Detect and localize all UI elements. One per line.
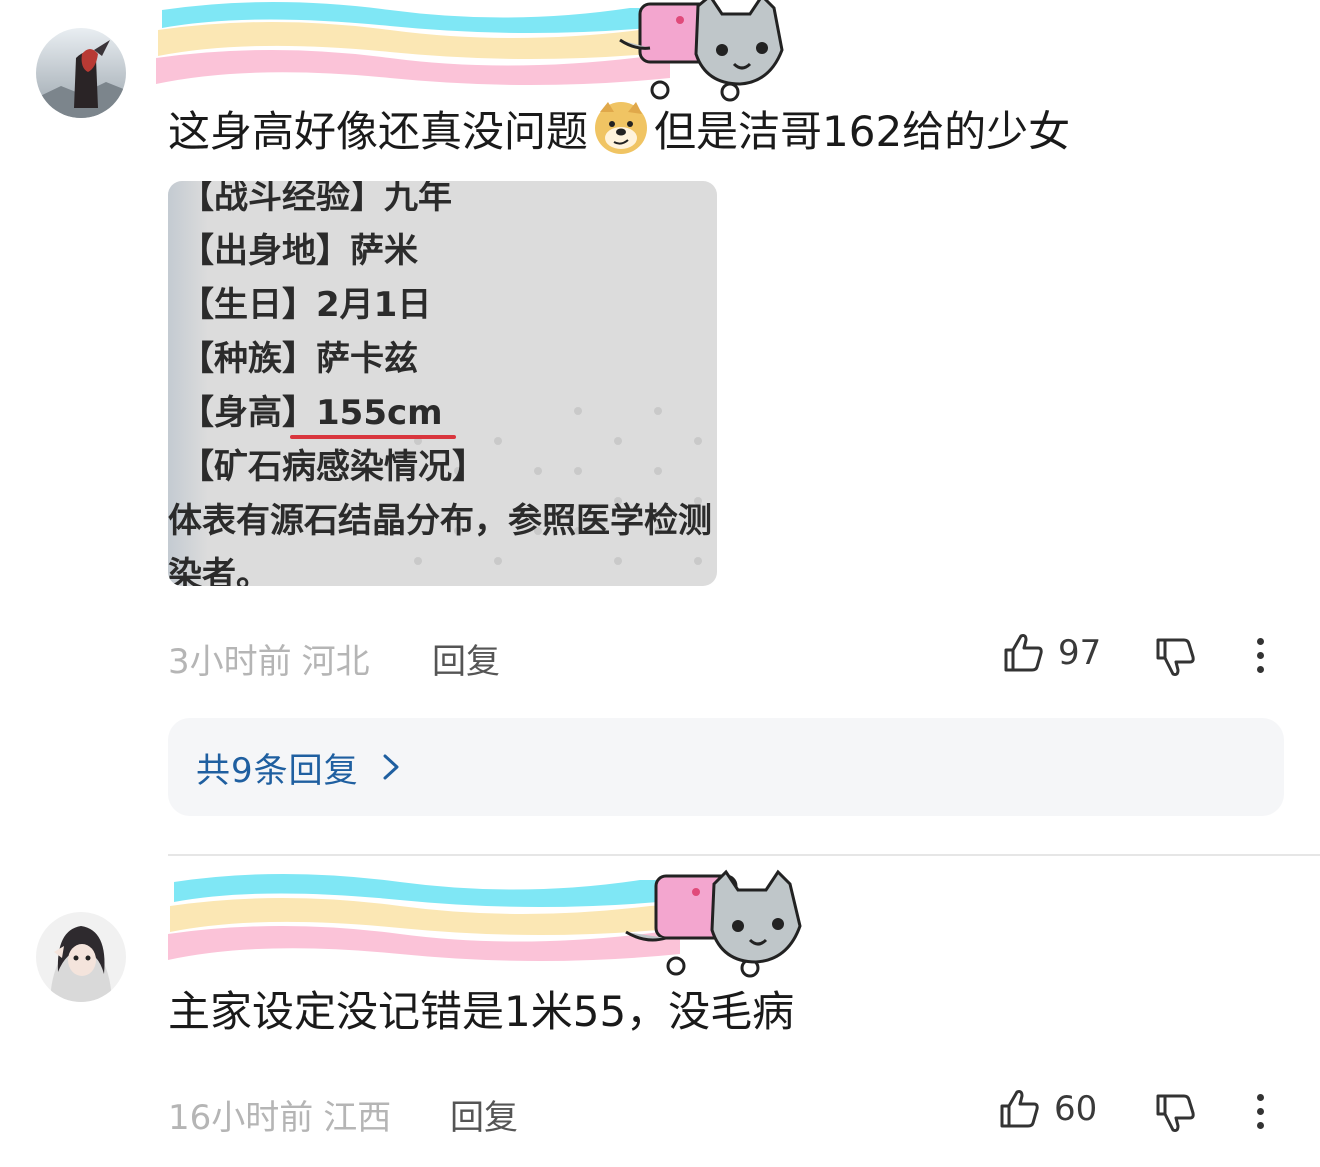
image-text-line: 【身高】155cm <box>180 393 443 433</box>
more-vertical-icon[interactable] <box>1254 1092 1266 1132</box>
like-count: 97 <box>1058 633 1102 673</box>
thumbs-up-icon <box>1000 630 1046 676</box>
comment-meta: 16小时前 江西 <box>168 1090 391 1139</box>
image-text-line: 染者。 <box>168 555 270 586</box>
like-count: 60 <box>1054 1089 1098 1129</box>
nyan-cat-username-decoration <box>156 0 784 102</box>
comment-text-part: 但是洁哥162给的少女 <box>654 107 1071 156</box>
comment-time: 16小时前 <box>168 1098 314 1138</box>
reply-button[interactable]: 回复 <box>432 634 500 683</box>
image-text-line: 【种族】萨卡兹 <box>180 339 418 379</box>
reply-button[interactable]: 回复 <box>450 1090 518 1139</box>
thumbs-up-icon <box>996 1086 1042 1132</box>
nyan-cat-username-decoration <box>168 869 802 978</box>
image-text-line: 【矿石病感染情况】 <box>180 447 486 487</box>
avatar[interactable] <box>36 28 126 118</box>
comment-location: 江西 <box>323 1098 392 1138</box>
more-vertical-icon[interactable] <box>1254 636 1266 676</box>
replies-summary: 共9条回复 <box>196 750 359 791</box>
like-button[interactable]: 97 <box>1000 630 1101 676</box>
comment-time: 3小时前 <box>168 642 292 682</box>
comment-text: 主家设定没记错是1米55，没毛病 <box>168 987 795 1036</box>
image-text-line: 【战斗经验】九年 <box>180 181 452 217</box>
image-text-line: 体表有源石结晶分布，参照医学检测 <box>168 501 712 541</box>
like-button[interactable]: 60 <box>996 1086 1097 1132</box>
comment-text: 这身高好像还真没问题 但是洁哥162给的少女 <box>168 98 1070 160</box>
comment-divider <box>168 854 1320 856</box>
thumbs-down-icon[interactable] <box>1152 1090 1198 1136</box>
chevron-right-icon <box>377 752 403 782</box>
comment-text-part: 这身高好像还真没问题 <box>168 107 589 156</box>
comment-image[interactable]: 【战斗经验】九年 【出身地】萨米 【生日】2月1日 【种族】萨卡兹 【身高】15… <box>168 181 717 586</box>
height-underline <box>290 435 456 439</box>
thumbs-down-icon[interactable] <box>1152 634 1198 680</box>
comment-location: 河北 <box>301 642 370 682</box>
avatar[interactable] <box>36 912 126 1002</box>
comment-meta: 3小时前 河北 <box>168 634 370 683</box>
image-text-line: 【出身地】萨米 <box>180 231 418 271</box>
image-text-line: 【生日】2月1日 <box>180 285 432 325</box>
doge-emoji-icon <box>592 98 650 156</box>
view-replies-button[interactable]: 共9条回复 <box>168 718 1284 816</box>
